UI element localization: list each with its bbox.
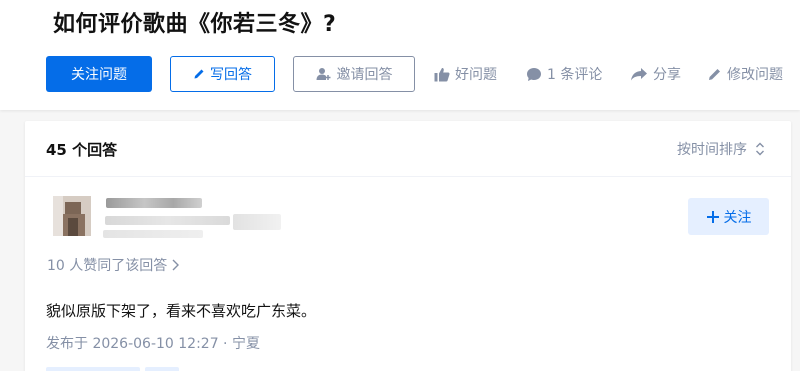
thumbs-up-icon: [434, 67, 450, 82]
follow-author-label: 关注: [723, 209, 752, 226]
good-question-label: 好问题: [455, 67, 497, 83]
sort-updown-icon: [755, 142, 765, 156]
question-header: 如何评价歌曲《你若三冬》? 关注问题 写回答 邀请回答 好问题 1 条评论 分享…: [0, 0, 800, 110]
author-info[interactable]: [103, 196, 283, 240]
answer-count: 45 个回答: [46, 141, 118, 159]
comments-label: 1 条评论: [547, 67, 603, 83]
sort-toggle[interactable]: 按时间排序: [677, 139, 765, 159]
follow-author-button[interactable]: 关注: [688, 198, 769, 235]
voters-link[interactable]: 10 人赞同了该回答: [47, 255, 180, 275]
share-button[interactable]: 分享: [630, 56, 681, 92]
follow-question-label: 关注问题: [71, 67, 127, 83]
avatar[interactable]: [53, 196, 91, 236]
follow-question-button[interactable]: 关注问题: [46, 56, 152, 92]
author-bio-blurred: [105, 216, 230, 225]
good-question-button[interactable]: 好问题: [434, 56, 497, 92]
answer-content: 貌似原版下架了，看来不喜欢吃广东菜。: [46, 302, 317, 320]
answer-meta[interactable]: 发布于 2026-06-10 12:27 · 宁夏: [46, 333, 260, 353]
vote-up-button-partial[interactable]: [46, 367, 140, 371]
plus-icon: [706, 210, 720, 224]
user-plus-icon: [316, 67, 332, 81]
vote-down-button-partial[interactable]: [145, 367, 179, 371]
write-answer-button[interactable]: 写回答: [170, 56, 275, 92]
edit-question-label: 修改问题: [727, 67, 783, 83]
author-bio-blurred-2: [103, 230, 203, 238]
edit-question-button[interactable]: 修改问题: [708, 56, 783, 92]
sort-label: 按时间排序: [677, 142, 747, 158]
share-label: 分享: [653, 67, 681, 83]
write-answer-label: 写回答: [210, 67, 252, 83]
comment-bubble-icon: [526, 67, 542, 82]
author-bio-blurred-extra: [233, 214, 281, 230]
invite-answer-button[interactable]: 邀请回答: [293, 56, 415, 92]
question-title: 如何评价歌曲《你若三冬》?: [53, 12, 337, 37]
voters-label: 10 人赞同了该回答: [47, 258, 168, 274]
answers-header: 45 个回答 按时间排序: [25, 121, 791, 177]
pen-icon: [193, 68, 205, 80]
invite-answer-label: 邀请回答: [336, 67, 393, 83]
answers-list: 45 个回答 按时间排序 关注 10 人赞同了该回答 貌似原版下架了，看来不喜欢…: [25, 121, 791, 371]
chevron-right-icon: [172, 259, 180, 271]
pencil-icon: [708, 67, 722, 81]
comments-button[interactable]: 1 条评论: [526, 56, 602, 92]
author-name-blurred: [106, 198, 202, 208]
share-arrow-icon: [630, 67, 648, 81]
